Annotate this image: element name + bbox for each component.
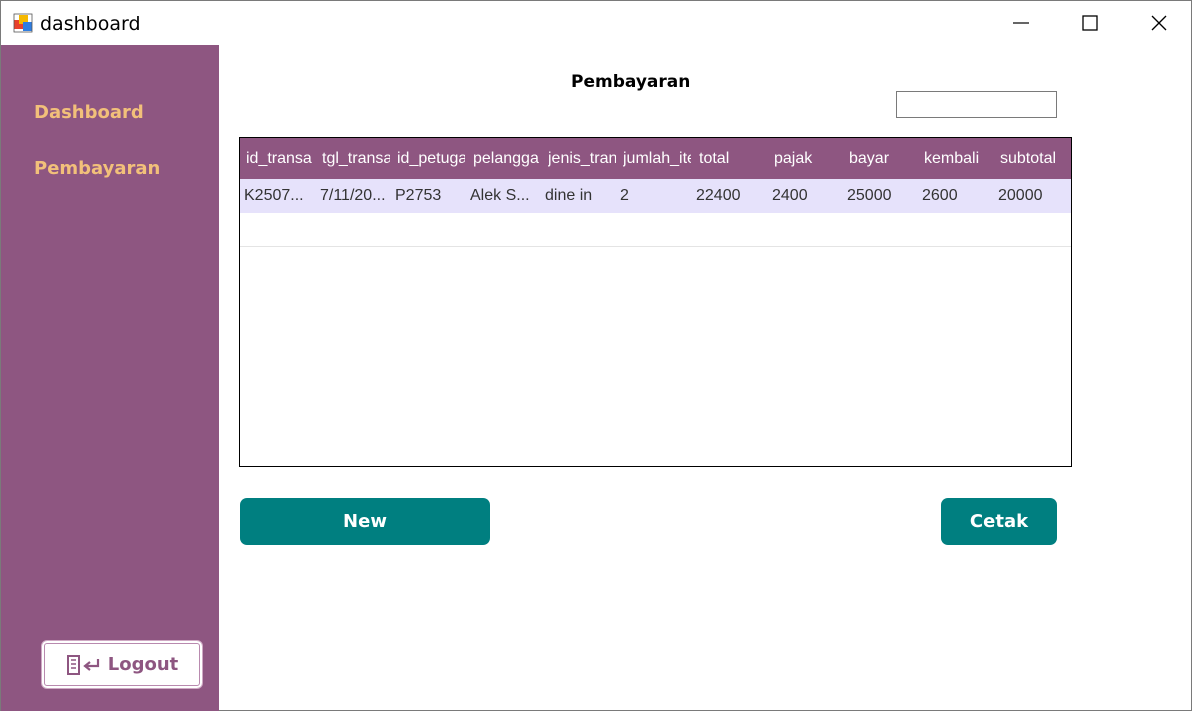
table-cell[interactable]: 25000 [847,179,917,213]
table-cell[interactable]: K2507... [244,179,314,213]
column-header[interactable]: tgl_transa [322,138,390,179]
table-cell[interactable]: 20000 [998,179,1068,213]
table-cell[interactable]: P2753 [395,179,465,213]
column-header[interactable]: jumlah_ite [623,138,691,179]
column-header[interactable]: subtotal [1000,138,1068,179]
print-button[interactable]: Cetak [941,498,1057,545]
sidebar: Dashboard Pembayaran Logout [1,45,219,711]
maximize-icon [1082,15,1098,31]
table-cell[interactable]: 7/11/20... [320,179,390,213]
column-header[interactable]: bayar [849,138,917,179]
column-header[interactable]: pajak [774,138,842,179]
logout-label: Logout [107,654,179,675]
title-bar: dashboard [1,1,1191,45]
close-button[interactable] [1124,1,1192,45]
table-cell[interactable]: 2 [620,179,690,213]
table-cell[interactable]: 2400 [772,179,842,213]
minimize-button[interactable] [986,1,1056,45]
maximize-button[interactable] [1055,1,1125,45]
minimize-icon [1013,22,1029,24]
column-header[interactable]: id_transa [246,138,314,179]
column-header[interactable]: pelangga [473,138,541,179]
column-header[interactable]: total [699,138,767,179]
payment-table[interactable]: id_transa tgl_transa id_petuga pelangga … [239,137,1072,467]
sidebar-item-dashboard[interactable]: Dashboard [34,102,144,123]
column-header[interactable]: jenis_tran [548,138,616,179]
logout-button[interactable]: Logout [41,640,203,689]
window-title: dashboard [40,13,141,35]
table-cell[interactable]: Alek S... [470,179,540,213]
new-button[interactable]: New [240,498,490,545]
sidebar-item-pembayaran[interactable]: Pembayaran [34,158,160,179]
search-input[interactable] [896,91,1057,118]
close-icon [1151,15,1167,31]
column-header[interactable]: kembali [924,138,992,179]
table-cell[interactable]: 2600 [922,179,992,213]
logout-icon [66,654,99,675]
table-row[interactable]: K2507... 7/11/20... P2753 Alek S... dine… [240,179,1071,213]
column-header[interactable]: id_petuga [397,138,465,179]
table-new-row[interactable] [240,213,1071,247]
app-window: dashboard Dashboard Pembayaran Logout Pe… [0,0,1192,711]
table-header: id_transa tgl_transa id_petuga pelangga … [240,138,1071,179]
page-title: Pembayaran [571,72,691,92]
table-cell[interactable]: 22400 [696,179,766,213]
app-window-icon [13,13,33,33]
table-cell[interactable]: dine in [545,179,615,213]
